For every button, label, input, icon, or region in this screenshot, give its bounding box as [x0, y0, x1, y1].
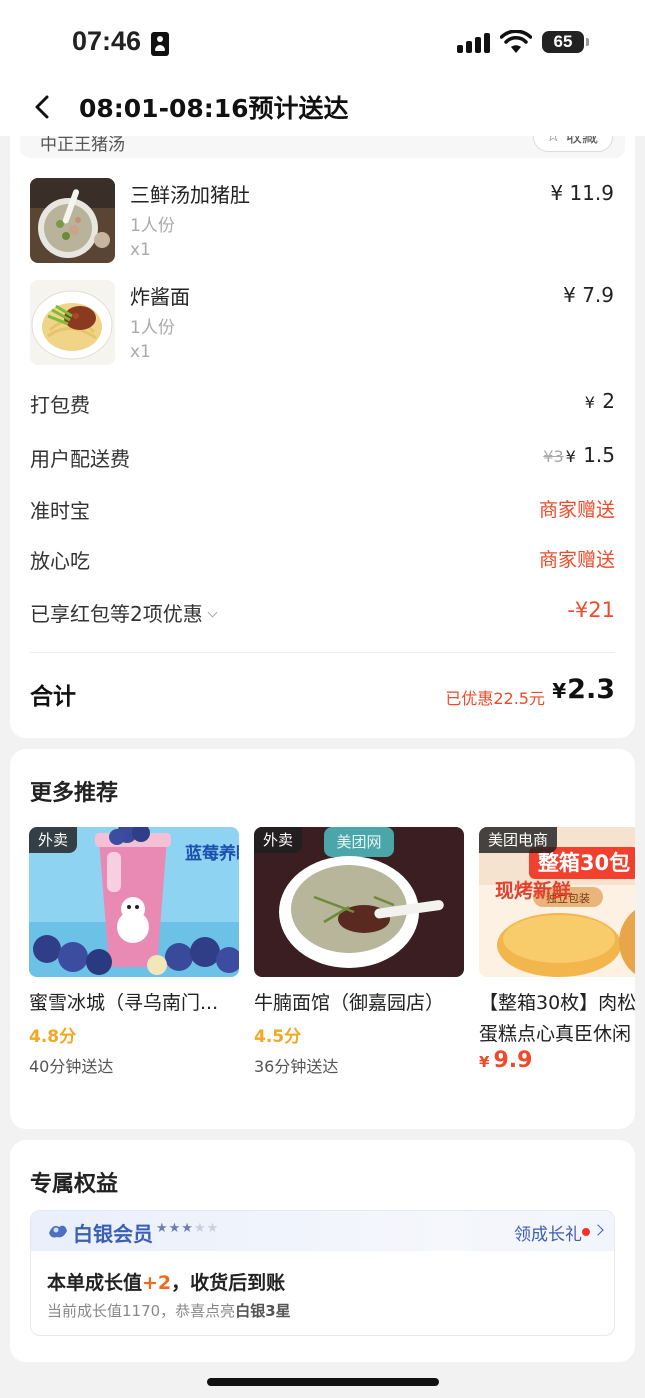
- total-saved: 已优惠22.5元: [445, 689, 545, 708]
- recommend-image-text: 美团网: [336, 833, 381, 851]
- perks-title: 专属权益: [30, 1172, 119, 1197]
- food-safety-label: 放心吃: [30, 549, 90, 573]
- order-summary-card: 中正王猪汤 收藏 三鲜汤加猪肚 1人份 x1 ¥ 11.9: [10, 136, 635, 738]
- chevron-down-icon: [207, 607, 218, 618]
- total-value: ¥2.3: [552, 674, 615, 705]
- discount-label[interactable]: 已享红包等2项优惠: [30, 598, 218, 627]
- original-delivery-fee: ¥3: [543, 447, 564, 466]
- recommend-name-line2[interactable]: 蛋糕点心真臣休闲: [479, 1019, 635, 1046]
- shop-header: 中正王猪汤 收藏: [20, 136, 625, 158]
- divider: [30, 652, 615, 653]
- item-thumbnail: [30, 178, 115, 263]
- member-perks-card: 专属权益 白银会员 ★★★★★ 领成长礼 本单成长值+2，收货后到账 当前成长值…: [10, 1140, 635, 1362]
- growth-value-text: 本单成长值+2，收货后到账: [47, 1272, 286, 1294]
- growth-gift-link[interactable]: 领成长礼: [514, 1220, 582, 1245]
- member-level: 白银会员: [73, 1222, 153, 1246]
- member-badge-icon: [49, 1225, 67, 1238]
- member-perk-header: 白银会员 ★★★★★ 领成长礼: [31, 1211, 614, 1251]
- wifi-icon: [500, 30, 532, 53]
- growth-status-text: 当前成长值1170，恭喜点亮白银3星: [47, 1302, 291, 1320]
- recommend-card: 更多推荐 蓝莓养 外卖 蜜雪冰城（寻乌南门... 4.8分 40分钟送达 美团网…: [10, 749, 635, 1129]
- recommend-title: 更多推荐: [30, 781, 119, 806]
- item-quantity: x1: [130, 342, 151, 362]
- recommend-name[interactable]: 牛腩面馆（御嘉园店）: [254, 988, 469, 1015]
- recommend-price: ¥9.9: [479, 1048, 533, 1073]
- chevron-right-icon[interactable]: [592, 1224, 604, 1236]
- discount-row[interactable]: 已享红包等2项优惠 -¥21: [30, 598, 615, 628]
- page-title: 08:01-08:16预计送达: [79, 94, 349, 123]
- ontime-guarantee-value: 商家赠送: [538, 499, 615, 521]
- recommend-delivery-time: 36分钟送达: [254, 1057, 339, 1076]
- total-label: 合计: [30, 684, 76, 710]
- battery-icon: 65: [542, 31, 589, 53]
- item-name: 炸酱面: [130, 285, 190, 309]
- item-thumbnail: [30, 280, 115, 365]
- packing-fee-value: ¥ 2: [584, 389, 615, 413]
- id-card-icon: [151, 32, 169, 56]
- item-price: ¥ 7.9: [563, 283, 614, 307]
- member-perk-box[interactable]: 白银会员 ★★★★★ 领成长礼 本单成长值+2，收货后到账 当前成长值1170，…: [30, 1210, 615, 1336]
- notification-dot-icon: [582, 1228, 590, 1236]
- recommend-image-text: 蓝莓养眼: [185, 843, 239, 864]
- shop-name[interactable]: 中正王猪汤: [40, 136, 125, 155]
- recommend-tag: 美团电商: [479, 827, 558, 853]
- recommend-rating: 4.8分: [29, 1027, 77, 1047]
- member-stars-icon: ★★★★★: [156, 1221, 220, 1236]
- cellular-signal-icon: [457, 33, 491, 53]
- recommend-rating: 4.5分: [254, 1027, 302, 1047]
- back-arrow-icon[interactable]: [30, 92, 56, 122]
- status-bar: 07:46 65: [0, 0, 645, 80]
- ontime-guarantee-label: 准时宝: [30, 499, 90, 523]
- recommend-tag: 外卖: [29, 827, 78, 853]
- nav-bar: 08:01-08:16预计送达: [0, 80, 645, 136]
- food-safety-row: 放心吃 商家赠送: [30, 545, 615, 575]
- recommend-delivery-time: 40分钟送达: [29, 1057, 114, 1076]
- food-safety-value: 商家赠送: [538, 549, 615, 571]
- packing-fee-label: 打包费: [30, 393, 90, 417]
- recommend-image-text: 现烤新鲜: [495, 879, 571, 902]
- status-time: 07:46: [72, 26, 142, 56]
- item-quantity: x1: [130, 240, 151, 260]
- delivery-fee-label: 用户配送费: [30, 447, 130, 471]
- recommend-image-text: 整箱30包: [538, 851, 630, 875]
- order-item: 炸酱面 1人份 x1 ¥ 7.9: [10, 280, 635, 376]
- order-item: 三鲜汤加猪肚 1人份 x1 ¥ 11.9: [10, 178, 635, 274]
- discount-value: -¥21: [567, 598, 615, 622]
- item-portion: 1人份: [130, 216, 175, 236]
- item-name: 三鲜汤加猪肚: [130, 183, 250, 207]
- recommend-tag: 外卖: [254, 827, 303, 853]
- favorite-button[interactable]: 收藏: [533, 136, 613, 152]
- delivery-fee-value: ¥3 ¥ 1.5: [543, 443, 615, 467]
- item-price: ¥ 11.9: [550, 181, 614, 205]
- ontime-guarantee-row: 准时宝 商家赠送: [30, 495, 615, 525]
- recommend-name[interactable]: 蜜雪冰城（寻乌南门...: [29, 988, 244, 1015]
- item-portion: 1人份: [130, 318, 175, 338]
- home-indicator[interactable]: [207, 1378, 439, 1386]
- packing-fee-row: 打包费 ¥ 2: [30, 389, 615, 419]
- delivery-fee-row: 用户配送费 ¥3 ¥ 1.5: [30, 443, 615, 473]
- recommend-name[interactable]: 【整箱30枚】肉松饼: [479, 988, 635, 1015]
